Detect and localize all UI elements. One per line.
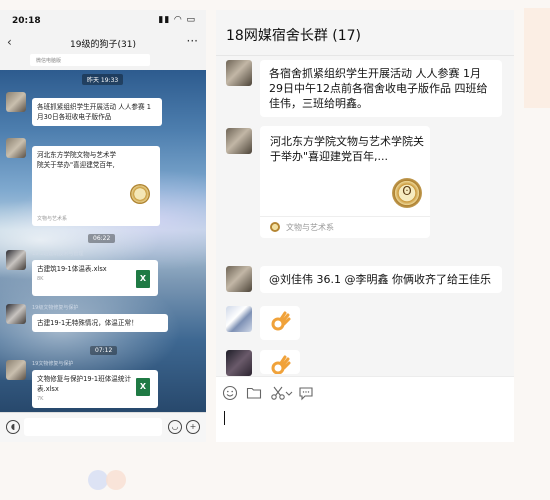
phone-nav-bar: ‹ 19级的狗子(31) ··· xyxy=(0,32,206,54)
file-name: 古建筑19-1体温表.xlsx xyxy=(37,265,107,273)
avatar[interactable] xyxy=(226,306,252,332)
message-bubble[interactable]: @刘佳伟 36.1 @李明鑫 你俩收齐了给王佳乐 xyxy=(260,266,502,293)
phone-screenshot: 20:18 ▮▮ ◠ ▭ ‹ 19级的狗子(31) ··· 微信电脑版 昨天 1… xyxy=(0,10,206,442)
side-panel-edge xyxy=(524,8,550,108)
excel-file-icon: X xyxy=(136,270,150,288)
link-title: 河北东方学院文物与艺术学院关于举办"喜迎建党百年,... xyxy=(270,135,424,163)
sender-name: 19级文物修复与保护 xyxy=(32,305,79,311)
sender-name: 19文物修复与保护 xyxy=(32,361,74,367)
phone-message[interactable]: 各班抓紧组织学生开展活动 人人参赛 1月30日各班收电子版作品 xyxy=(32,98,162,126)
link-source: 文物与艺术系 xyxy=(286,223,334,232)
chat-history-icon[interactable] xyxy=(298,385,314,401)
avatar[interactable] xyxy=(6,250,26,270)
source-logo-icon xyxy=(270,222,280,232)
timestamp: 昨天 19:33 xyxy=(82,74,124,85)
phone-message-input[interactable] xyxy=(24,418,162,436)
phone-link-source: 文物与艺术系 xyxy=(37,216,68,222)
emoji-message[interactable] xyxy=(260,306,300,340)
avatar[interactable] xyxy=(226,350,252,376)
link-card[interactable]: 河北东方学院文物与艺术学院关于举办"喜迎建党百年,... 文物与艺术系 xyxy=(260,126,430,238)
status-time: 20:18 xyxy=(12,16,41,26)
message-bubble[interactable]: 各宿舍抓紧组织学生开展活动 人人参赛 1月29日中午12点前各宿舍收电子版作品 … xyxy=(260,60,502,117)
chevron-down-icon[interactable] xyxy=(284,385,294,401)
avatar[interactable] xyxy=(226,266,252,292)
chat-header: 18网媒宿舍长群 (17) xyxy=(216,10,514,56)
phone-chat-title: 19级的狗子(31) xyxy=(70,40,136,50)
timestamp: 06:22 xyxy=(88,234,116,243)
ok-hand-emoji xyxy=(271,355,291,374)
phone-link-title: 河北东方学院文物与艺术学院关于举办"喜迎建党百年, xyxy=(37,151,117,169)
timestamp: 07:12 xyxy=(90,346,118,355)
avatar[interactable] xyxy=(6,138,26,158)
sender-name: 19-2班建筑技术与管理 xyxy=(32,251,84,257)
plus-icon[interactable]: + xyxy=(186,420,200,434)
more-icon[interactable]: ··· xyxy=(187,34,198,48)
emoji-icon[interactable]: ◡ xyxy=(168,420,182,434)
voice-icon[interactable]: ◖ xyxy=(6,420,20,434)
avatar[interactable] xyxy=(6,92,26,112)
phone-input-bar: ◖ ◡ + xyxy=(0,412,206,442)
avatar[interactable] xyxy=(6,304,26,324)
chat-window: 18网媒宿舍长群 (17) 各宿舍抓紧组织学生开展活动 人人参赛 1月29日中午… xyxy=(216,10,514,442)
phone-message[interactable]: 古建19-1无特殊情况，体温正常！ xyxy=(32,314,168,332)
signal-wifi-battery-icon: ▮▮ ◠ ▭ xyxy=(158,15,196,25)
emoji-message[interactable] xyxy=(260,350,300,374)
ok-hand-emoji xyxy=(271,311,291,331)
loading-dot xyxy=(106,470,126,490)
college-seal-icon xyxy=(130,184,150,204)
text-caret xyxy=(224,411,225,425)
chat-title: 18网媒宿舍长群 (17) xyxy=(226,28,362,44)
emoji-icon[interactable] xyxy=(222,385,238,401)
status-bar: 20:18 ▮▮ ◠ ▭ xyxy=(0,10,206,32)
phone-note: 微信电脑版 xyxy=(30,54,150,66)
avatar[interactable] xyxy=(6,360,26,380)
file-name: 文物修复与保护19-1班体温统计表.xlsx xyxy=(37,375,132,393)
avatar[interactable] xyxy=(226,60,252,86)
avatar[interactable] xyxy=(226,128,252,154)
college-seal-icon xyxy=(392,178,422,208)
excel-file-icon: X xyxy=(136,378,150,396)
loading-dot xyxy=(88,470,108,490)
divider xyxy=(260,216,430,217)
folder-icon[interactable] xyxy=(246,385,262,401)
message-input-area[interactable] xyxy=(216,376,514,442)
